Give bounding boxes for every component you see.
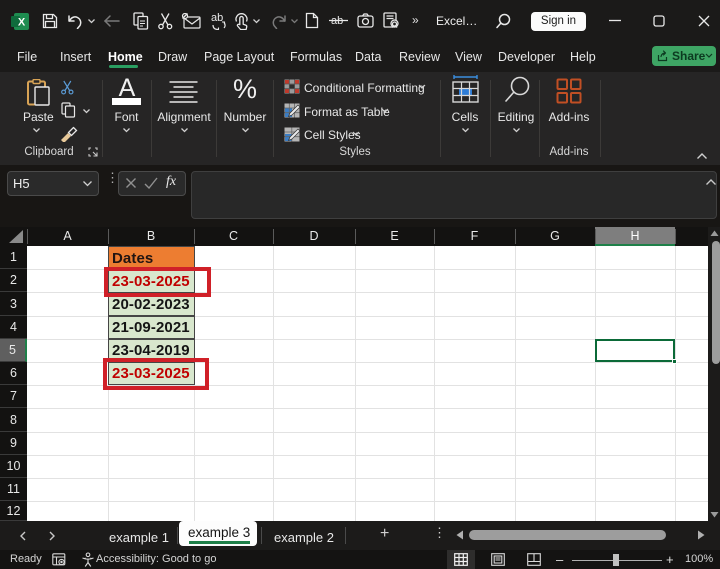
svg-text:ab: ab (211, 12, 223, 24)
svg-text:X: X (18, 17, 26, 29)
